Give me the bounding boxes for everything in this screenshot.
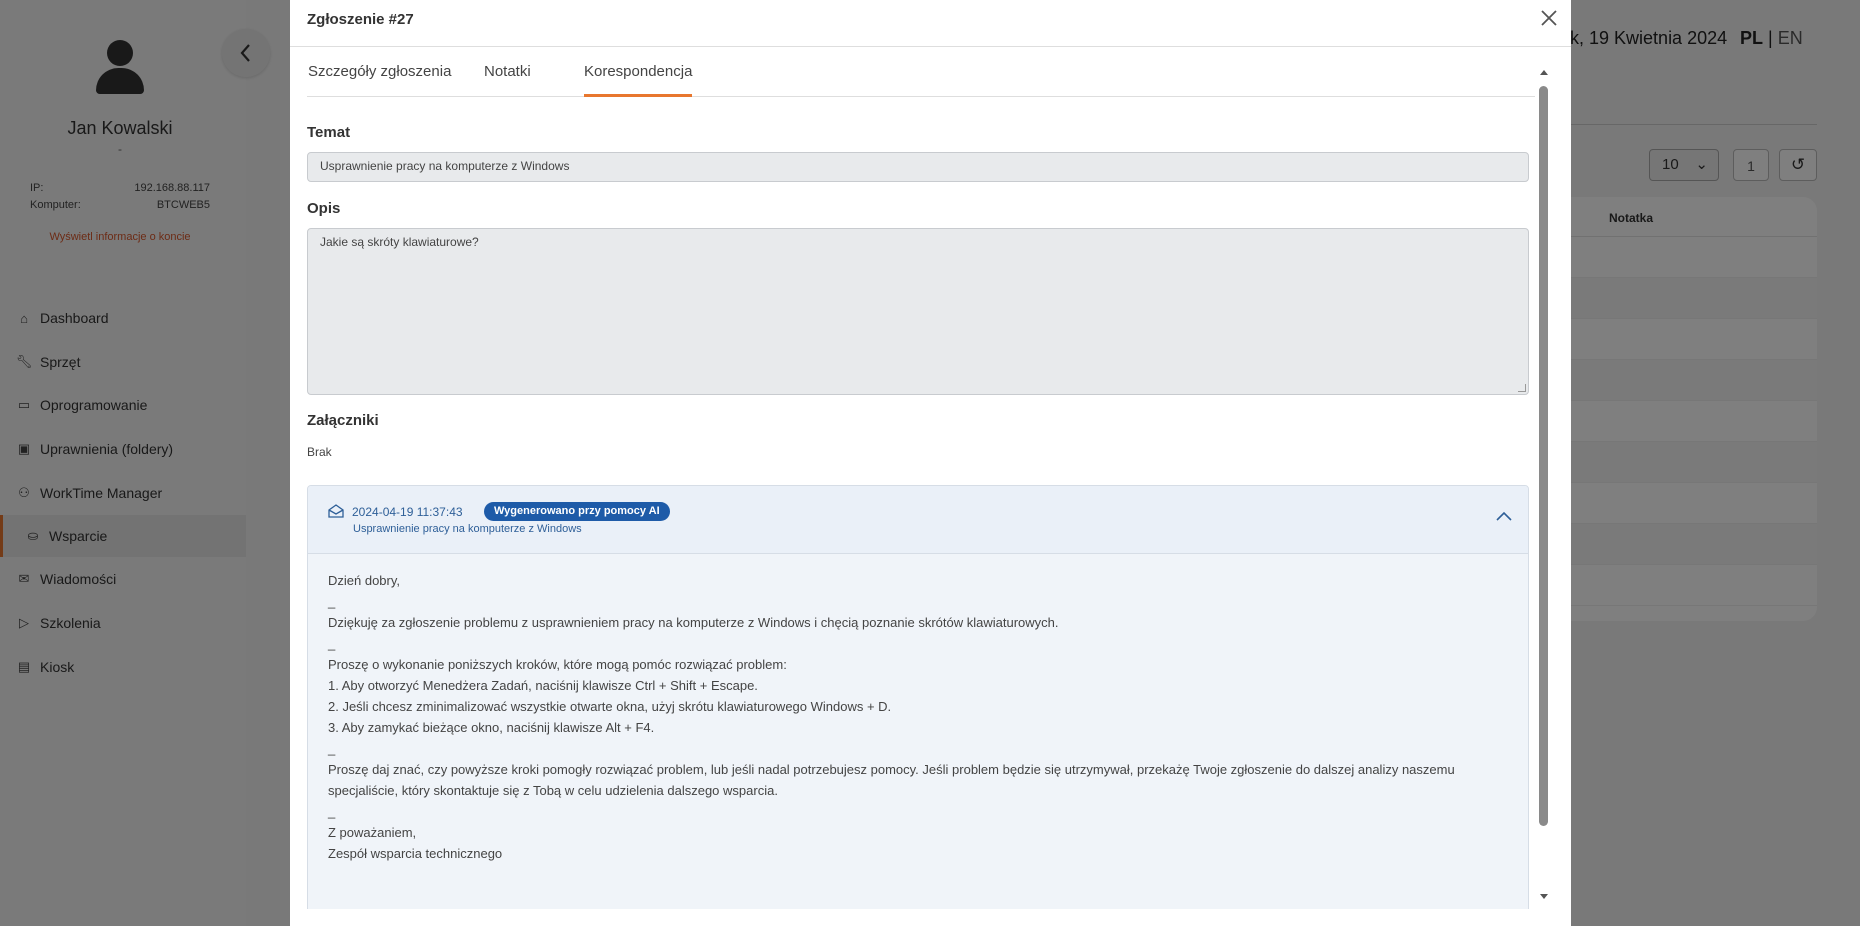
close-button[interactable] — [1537, 6, 1561, 30]
message-line: 3. Aby zamykać bieżące okno, naciśnij kl… — [328, 720, 655, 735]
message-line: _ — [328, 594, 336, 609]
tab-korespondencja[interactable]: Korespondencja — [584, 61, 693, 97]
modal-scrollbar[interactable] — [1537, 62, 1551, 908]
description-textarea[interactable]: Jakie są skróty klawiaturowe? — [307, 228, 1529, 395]
modal-body: Szczegóły zgłoszenia Notatki Koresponden… — [290, 47, 1552, 909]
message-line: Z poważaniem, — [328, 825, 417, 840]
message-line: Dzień dobry, — [328, 573, 401, 588]
subject-field[interactable]: Usprawnienie pracy na komputerze z Windo… — [307, 152, 1529, 182]
correspondence-message: 2024-04-19 11:37:43 Wygenerowano przy po… — [307, 485, 1529, 909]
message-subject: Usprawnienie pracy na komputerze z Windo… — [353, 523, 582, 535]
envelope-open-icon — [328, 504, 344, 518]
tab-szczegoly[interactable]: Szczegóły zgłoszenia — [308, 61, 451, 97]
message-line: _ — [328, 636, 336, 651]
message-line: _ — [328, 804, 336, 819]
message-line: Proszę o wykonanie poniższych kroków, kt… — [328, 657, 787, 672]
message-body: Dzień dobry, _ Dziękuję za zgłoszenie pr… — [328, 570, 1508, 864]
close-icon — [1541, 10, 1557, 26]
chevron-up-icon[interactable] — [1496, 508, 1512, 524]
attachments-none-text: Brak — [307, 445, 332, 459]
message-datetime: 2024-04-19 11:37:43 — [352, 505, 463, 519]
message-line: Proszę daj znać, czy powyższe kroki pomo… — [328, 762, 1455, 798]
message-line: 1. Aby otworzyć Menedżera Zadań, naciśni… — [328, 678, 758, 693]
tab-notatki[interactable]: Notatki — [484, 61, 531, 97]
resize-handle-icon[interactable] — [1518, 384, 1526, 392]
message-header[interactable]: 2024-04-19 11:37:43 Wygenerowano przy po… — [308, 486, 1528, 554]
tab-bar: Szczegóły zgłoszenia Notatki Koresponden… — [307, 61, 1535, 97]
modal-title: Zgłoszenie #27 — [307, 11, 414, 28]
description-text: Jakie są skróty klawiaturowe? — [320, 235, 479, 249]
ticket-modal: Zgłoszenie #27 Szczegóły zgłoszenia Nota… — [290, 0, 1571, 926]
modal-header: Zgłoszenie #27 — [290, 0, 1571, 47]
attachments-label: Załączniki — [307, 412, 379, 429]
subject-label: Temat — [307, 124, 351, 141]
scroll-up-arrow-icon[interactable] — [1540, 70, 1548, 75]
message-line: Dziękuję za zgłoszenie problemu z uspraw… — [328, 615, 1059, 630]
scroll-down-arrow-icon[interactable] — [1540, 894, 1548, 899]
scrollbar-thumb[interactable] — [1539, 86, 1548, 826]
description-label: Opis — [307, 200, 341, 217]
ai-generated-badge: Wygenerowano przy pomocy AI — [484, 502, 670, 521]
message-line: _ — [328, 741, 336, 756]
message-line: Zespół wsparcia technicznego — [328, 846, 503, 861]
message-line: 2. Jeśli chcesz zminimalizować wszystkie… — [328, 699, 892, 714]
